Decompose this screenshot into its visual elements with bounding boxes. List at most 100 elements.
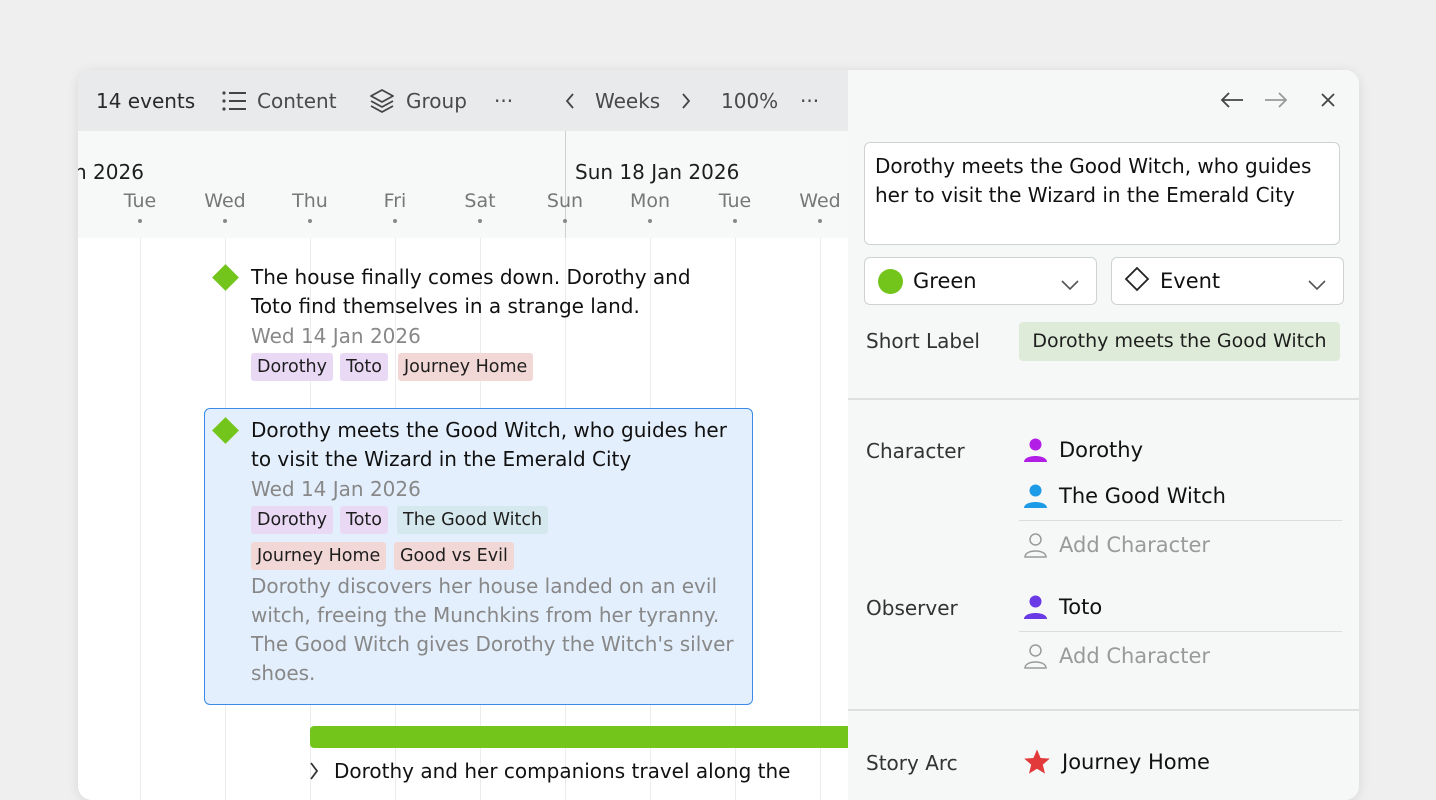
zoom-level[interactable]: 100% bbox=[721, 70, 778, 131]
list-divider bbox=[1019, 520, 1342, 521]
next-period-button[interactable] bbox=[679, 70, 693, 131]
day-label: Thu bbox=[292, 190, 328, 212]
event-title-line: Dorothy and her companions travel along … bbox=[334, 759, 791, 783]
event-milestone-icon bbox=[212, 264, 239, 291]
character-item[interactable]: Dorothy bbox=[1023, 435, 1143, 465]
day-tick bbox=[818, 219, 822, 223]
day-tick bbox=[393, 219, 397, 223]
color-swatch-icon bbox=[878, 268, 903, 294]
app-window: 14 events Content Group ··· Weeks 100% ·… bbox=[78, 70, 1359, 800]
add-observer-label: Add Character bbox=[1059, 644, 1211, 668]
week-label: n 2026 bbox=[78, 160, 144, 184]
color-select-value: Green bbox=[913, 269, 977, 293]
day-tick bbox=[223, 219, 227, 223]
day-label: Fri bbox=[383, 190, 407, 212]
chevron-down-icon bbox=[1307, 273, 1327, 297]
prev-period-button[interactable] bbox=[563, 70, 577, 131]
day-label: Tue bbox=[718, 190, 752, 212]
more-options-button[interactable]: ··· bbox=[800, 70, 819, 131]
tag-character[interactable]: The Good Witch bbox=[397, 506, 549, 534]
day-label: Wed bbox=[799, 190, 841, 212]
day-gridline bbox=[140, 238, 141, 800]
observer-name: Toto bbox=[1059, 595, 1103, 619]
person-outline-icon bbox=[1024, 533, 1047, 558]
event-description-line: shoes. bbox=[251, 661, 316, 685]
event-description-line: Dorothy discovers her house landed on an… bbox=[251, 574, 717, 598]
character-item[interactable]: The Good Witch bbox=[1023, 481, 1226, 511]
event-date: Wed 14 Jan 2026 bbox=[251, 477, 421, 501]
close-icon[interactable] bbox=[1314, 86, 1342, 114]
tag-story-arc[interactable]: Journey Home bbox=[251, 542, 387, 570]
day-label: Sat bbox=[464, 190, 496, 212]
chevron-right-icon bbox=[679, 91, 693, 111]
event-title-input[interactable]: Dorothy meets the Good Witch, who guides… bbox=[864, 142, 1340, 245]
tag-story-arc[interactable]: Good vs Evil bbox=[394, 542, 514, 570]
star-icon bbox=[1024, 749, 1050, 774]
color-select[interactable]: Green bbox=[864, 257, 1097, 305]
day-tick bbox=[648, 219, 652, 223]
arrow-left-icon[interactable] bbox=[1218, 86, 1246, 114]
event-duration-bar[interactable] bbox=[310, 726, 848, 748]
diamond-icon bbox=[1124, 266, 1150, 297]
section-divider bbox=[848, 398, 1359, 400]
event-title-line: The house finally comes down. Dorothy an… bbox=[251, 265, 691, 289]
list-divider bbox=[1019, 631, 1342, 632]
layers-icon bbox=[368, 87, 396, 115]
event-title-line: to visit the Wizard in the Emerald City bbox=[251, 447, 632, 471]
toolbar: 14 events Content Group ··· Weeks 100% ·… bbox=[78, 70, 848, 131]
day-label: Wed bbox=[204, 190, 246, 212]
events-count: 14 events bbox=[96, 88, 196, 113]
person-outline-icon bbox=[1024, 644, 1047, 669]
day-label: Mon bbox=[629, 190, 671, 212]
group-button[interactable]: Group bbox=[368, 70, 467, 131]
add-character-label: Add Character bbox=[1059, 533, 1211, 557]
short-label-label: Short Label bbox=[866, 329, 980, 353]
observer-label: Observer bbox=[866, 596, 958, 620]
tag-character[interactable]: Toto bbox=[340, 506, 388, 534]
section-divider bbox=[848, 709, 1359, 711]
content-label: Content bbox=[257, 88, 337, 113]
day-tick bbox=[478, 219, 482, 223]
story-arc-name: Journey Home bbox=[1062, 750, 1210, 774]
arrow-right-icon[interactable] bbox=[1262, 86, 1290, 114]
person-icon bbox=[1024, 438, 1047, 462]
story-arc-item[interactable]: Journey Home bbox=[1023, 747, 1210, 777]
character-name: Dorothy bbox=[1059, 438, 1144, 462]
person-icon bbox=[1024, 484, 1047, 508]
tag-story-arc[interactable]: Journey Home bbox=[398, 353, 534, 381]
event-title-line: Toto find themselves in a strange land. bbox=[251, 294, 640, 318]
tag-character[interactable]: Toto bbox=[340, 353, 388, 381]
observer-item[interactable]: Toto bbox=[1023, 592, 1102, 622]
day-tick bbox=[733, 219, 737, 223]
day-label: Sun bbox=[546, 190, 584, 212]
tag-character[interactable]: Dorothy bbox=[251, 353, 334, 381]
type-select[interactable]: Event bbox=[1111, 257, 1344, 305]
group-label: Group bbox=[406, 88, 467, 113]
day-label: Tue bbox=[123, 190, 157, 212]
content-button[interactable]: Content bbox=[221, 70, 337, 131]
event-title-line: Dorothy meets the Good Witch, who guides… bbox=[251, 418, 727, 442]
chevron-left-icon bbox=[563, 91, 577, 111]
list-icon bbox=[221, 89, 247, 113]
tag-character[interactable]: Dorothy bbox=[251, 506, 334, 534]
type-select-value: Event bbox=[1160, 269, 1221, 293]
day-tick bbox=[138, 219, 142, 223]
event-inspector: Dorothy meets the Good Witch, who guides… bbox=[848, 70, 1359, 800]
event-description-line: The Good Witch gives Dorothy the Witch's… bbox=[251, 632, 734, 656]
event-date: Wed 14 Jan 2026 bbox=[251, 324, 421, 348]
expand-chevron-icon[interactable] bbox=[307, 760, 321, 786]
short-label-field[interactable]: Dorothy meets the Good Witch bbox=[1019, 322, 1340, 361]
day-gridline bbox=[820, 238, 821, 800]
title-text-line: Dorothy meets the Good Witch, who guides bbox=[875, 154, 1312, 178]
week-label: Sun 18 Jan 2026 bbox=[575, 160, 740, 184]
scale-select[interactable]: Weeks bbox=[595, 70, 660, 131]
timeline-pane: 14 events Content Group ··· Weeks 100% ·… bbox=[78, 70, 848, 800]
day-tick bbox=[308, 219, 312, 223]
title-text-line: her to visit the Wizard in the Emerald C… bbox=[875, 183, 1295, 207]
more-menu-button[interactable]: ··· bbox=[494, 70, 513, 131]
add-observer-button[interactable]: Add Character bbox=[1023, 641, 1210, 671]
add-character-button[interactable]: Add Character bbox=[1023, 530, 1210, 560]
story-arc-label: Story Arc bbox=[866, 751, 958, 775]
character-name: The Good Witch bbox=[1059, 484, 1226, 508]
day-tick bbox=[563, 219, 567, 223]
